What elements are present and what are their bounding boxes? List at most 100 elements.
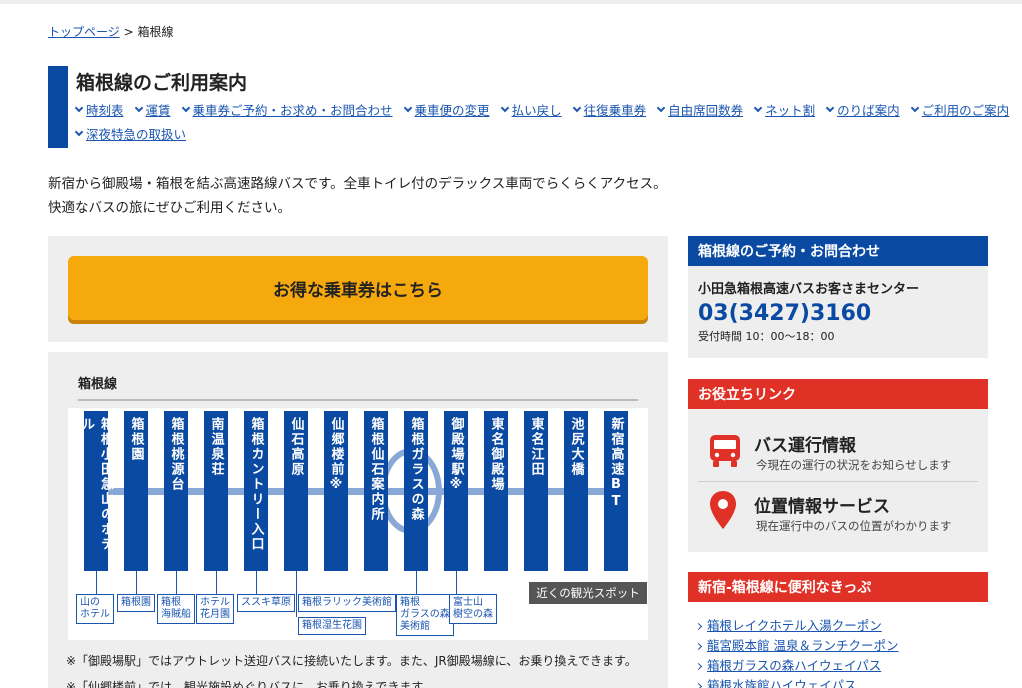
chevron-down-icon xyxy=(181,103,190,113)
sightseeing-spot[interactable]: 箱根ラリック美術館 xyxy=(298,594,396,612)
nav-link-label: 往復乗車券 xyxy=(583,103,647,118)
spot-connector xyxy=(96,571,97,594)
chevron-down-icon xyxy=(500,103,509,113)
bus-stop[interactable]: 箱根カントリー入口 xyxy=(244,411,268,571)
location-pin-icon xyxy=(710,491,736,529)
chevron-down-icon xyxy=(572,103,581,113)
spot-connector xyxy=(176,571,177,594)
contact-heading: 箱根線のご予約・お問合わせ xyxy=(688,236,988,266)
ticket-link-label: 龍宮殿本館 温泉＆ランチクーポン xyxy=(707,638,899,653)
bus-stop[interactable]: 箱根園 xyxy=(124,411,148,571)
tickets-box: 新宿-箱根線に便利なきっぷ xyxy=(688,572,988,602)
contact-body: 小田急箱根高速バスお客さまセンター 03(3427)3160 受付時間 10：0… xyxy=(688,266,988,358)
chevron-down-icon xyxy=(910,103,919,113)
bus-stop[interactable]: 御殿場駅※ xyxy=(444,411,468,571)
nav-link-label: 払い戻し xyxy=(511,103,562,118)
breadcrumb: トップページ > 箱根線 xyxy=(48,23,174,40)
contact-box: 箱根線のご予約・お問合わせ 小田急箱根高速バスお客さまセンター 03(3427)… xyxy=(688,236,988,358)
bus-status-desc: 今現在の運行の状況をお知らせします xyxy=(756,458,952,472)
chevron-right-icon xyxy=(694,622,703,630)
bus-stop[interactable]: 東名御殿場 xyxy=(484,411,508,571)
ticket-link-list: 箱根レイクホテル入湯クーポン龍宮殿本館 温泉＆ランチクーポン 箱根ガラスの森ハイウ… xyxy=(694,616,899,688)
chevron-down-icon xyxy=(134,103,143,113)
nav-link-label: 乗車券ご予約・お求め・お問合わせ xyxy=(192,103,393,118)
title-accent-bar xyxy=(48,66,68,148)
nav-link-label: 深夜特急の取扱い xyxy=(86,127,187,142)
nav-link-a-8[interactable]: のりば案内 xyxy=(825,100,900,119)
nav-link-a-2[interactable]: 乗車券ご予約・お求め・お問合わせ xyxy=(181,100,393,119)
bus-stop[interactable]: 南温泉荘 xyxy=(204,411,228,571)
nav-link-b-0[interactable]: 深夜特急の取扱い xyxy=(74,124,187,143)
bus-stop[interactable]: 池尻大橋 xyxy=(564,411,588,571)
sightseeing-spot[interactable]: 箱根園 xyxy=(117,594,155,612)
ticket-link[interactable]: 箱根レイクホテル入湯クーポン xyxy=(694,616,898,636)
nav-link-label: 運賃 xyxy=(145,103,171,118)
spot-connector xyxy=(296,571,297,617)
sightseeing-spot-tag: 近くの観光スポット xyxy=(529,582,647,604)
discount-ticket-button[interactable]: お得な乗車券はこちら xyxy=(68,256,648,320)
ticket-link[interactable]: 箱根ガラスの森ハイウェイパス xyxy=(694,656,898,676)
route-map-title: 箱根線 xyxy=(78,377,118,392)
sightseeing-spot[interactable]: 山の ホテル xyxy=(76,594,114,624)
chevron-right-icon xyxy=(694,682,703,688)
contact-center-name: 小田急箱根高速バスお客さまセンター xyxy=(698,282,920,297)
sightseeing-spot[interactable]: ホテル 花月園 xyxy=(196,594,234,624)
ticket-link[interactable]: 龍宮殿本館 温泉＆ランチクーポン xyxy=(694,636,899,656)
chevron-down-icon xyxy=(825,103,835,113)
nav-link-a-0[interactable]: 時刻表 xyxy=(74,100,124,119)
spot-connector xyxy=(416,571,417,594)
bus-location-desc: 現在運行中のバスの位置がわかります xyxy=(756,519,952,533)
nav-link-label: 時刻表 xyxy=(86,103,124,118)
nav-link-label: 自由席回数券 xyxy=(668,103,744,118)
contact-hours: 受付時間 10：00〜18：00 xyxy=(698,330,835,343)
sub-nav-row-1: 時刻表 運賃 乗車券ご予約・お求め・お問合わせ 乗車便の変更 払い戻し 往復乗車券 自由席回… xyxy=(74,100,1010,119)
bus-icon xyxy=(710,435,740,467)
nav-link-a-5[interactable]: 往復乗車券 xyxy=(572,100,647,119)
ticket-link[interactable]: 箱根水族館ハイウェイパス xyxy=(694,676,898,688)
sightseeing-spot[interactable]: 富士山 樹空の森 xyxy=(449,594,497,624)
bus-stop[interactable]: 新宿高速BT xyxy=(604,411,628,571)
useful-links-heading: お役立ちリンク xyxy=(688,379,988,409)
nav-link-a-6[interactable]: 自由席回数券 xyxy=(656,100,744,119)
nav-link-a-4[interactable]: 払い戻し xyxy=(500,100,562,119)
sightseeing-spot[interactable]: 箱根 ガラスの森 美術館 xyxy=(396,594,454,636)
nav-link-a-1[interactable]: 運賃 xyxy=(134,100,171,119)
breadcrumb-home-link[interactable]: トップページ xyxy=(48,25,120,39)
bus-stop[interactable]: 箱根小田急山のホテル xyxy=(79,411,113,571)
nav-link-label: ネット割 xyxy=(765,103,816,118)
bus-stop[interactable]: 箱根桃源台 xyxy=(164,411,188,571)
nav-link-a-3[interactable]: 乗車便の変更 xyxy=(403,100,490,119)
bus-stop[interactable]: 箱根ガラスの森 xyxy=(404,411,428,571)
top-strip xyxy=(0,0,1022,4)
bus-stop[interactable]: 箱根仙石案内所 xyxy=(364,411,388,571)
route-divider xyxy=(78,399,638,401)
sightseeing-spot[interactable]: ススキ草原 xyxy=(237,594,295,612)
page-title: 箱根線のご利用案内 xyxy=(76,72,248,94)
chevron-down-icon xyxy=(74,103,84,113)
spot-connector xyxy=(136,571,137,594)
nav-link-a-7[interactable]: ネット割 xyxy=(753,100,816,119)
note-gotemba: ※「御殿場駅」ではアウトレット送迎バスに接続いたします。また、JR御殿場線に、お… xyxy=(66,654,637,668)
bus-status-link[interactable]: バス運行情報 xyxy=(754,431,856,456)
sub-nav-row-2: 深夜特急の取扱い xyxy=(74,124,187,143)
chevron-right-icon xyxy=(694,662,703,670)
nav-link-label: ご利用のご案内 xyxy=(921,103,1010,118)
bus-stop[interactable]: 仙石高原 xyxy=(284,411,308,571)
useful-divider xyxy=(698,481,978,482)
bus-stop[interactable]: 仙郷楼前※ xyxy=(324,411,348,571)
bus-location-link[interactable]: 位置情報サービス xyxy=(754,492,890,517)
chevron-down-icon xyxy=(74,127,84,137)
contact-phone[interactable]: 03(3427)3160 xyxy=(698,301,978,326)
ticket-link-label: 箱根水族館ハイウェイパス xyxy=(707,678,857,688)
nav-link-a-9[interactable]: ご利用のご案内 xyxy=(910,100,1010,119)
ticket-link-label: 箱根レイクホテル入湯クーポン xyxy=(707,618,882,633)
sightseeing-spot[interactable]: 箱根 海賊船 xyxy=(157,594,195,624)
chevron-down-icon xyxy=(656,103,666,113)
bus-stop[interactable]: 東名江田 xyxy=(524,411,548,571)
ticket-link-label: 箱根ガラスの森ハイウェイパス xyxy=(707,658,882,673)
nav-link-label: 乗車便の変更 xyxy=(414,103,490,118)
chevron-down-icon xyxy=(403,103,412,113)
tickets-heading: 新宿-箱根線に便利なきっぷ xyxy=(688,572,988,602)
sightseeing-spot[interactable]: 箱根湿生花園 xyxy=(298,617,366,635)
chevron-right-icon xyxy=(694,642,703,650)
